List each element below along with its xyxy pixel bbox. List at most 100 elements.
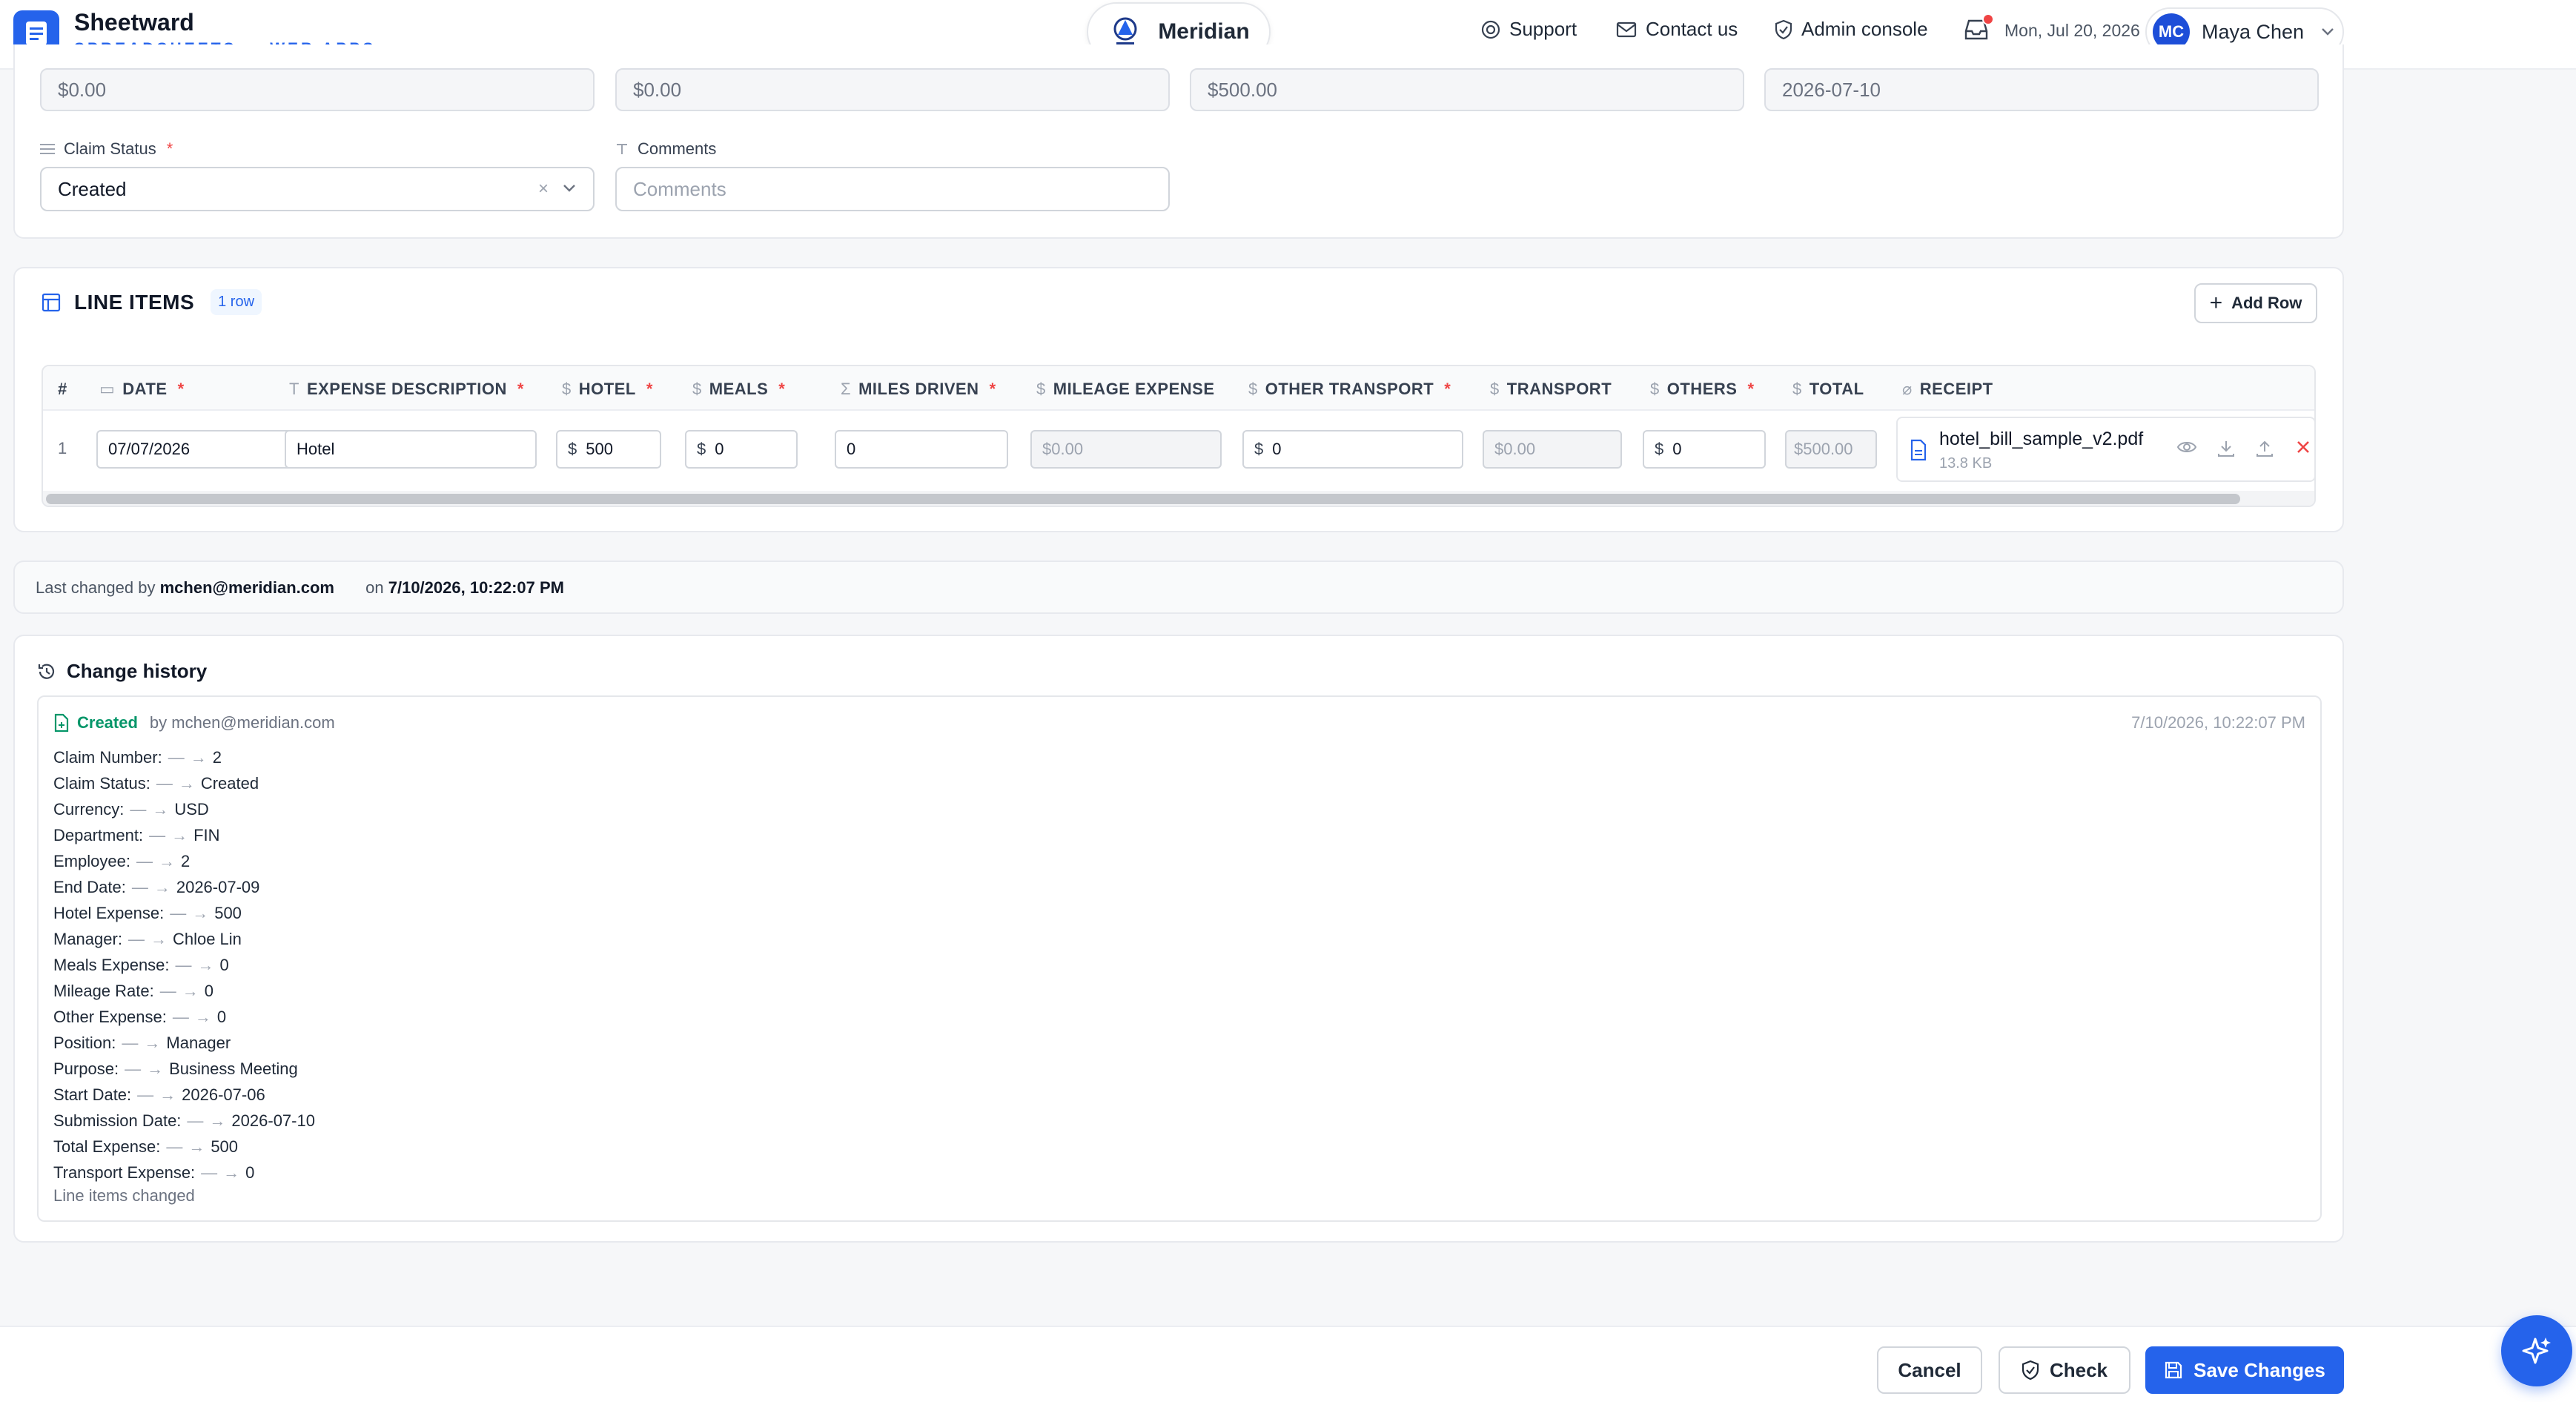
change-field: Total Expense: <box>53 1137 161 1156</box>
admin-console-link[interactable]: Admin console <box>1775 18 1928 41</box>
arrow-right-icon: → <box>150 930 167 948</box>
sigma-icon: Σ <box>841 380 852 398</box>
admin-label: Admin console <box>1801 18 1928 40</box>
expense-description-input[interactable]: Hotel <box>285 430 537 469</box>
claim-status-value: Created <box>58 178 127 200</box>
arrow-right-icon: → <box>209 1111 226 1130</box>
line-items-table: # ▭ DATE * T EXPENSE DESCRIPTION * $ HOTEL * $… <box>42 365 2316 507</box>
col-hotel: $ HOTEL * <box>562 380 653 398</box>
arrow-right-icon: → <box>158 852 175 870</box>
check-button[interactable]: Check <box>1999 1346 2130 1394</box>
change-from: — <box>156 774 173 793</box>
mail-icon <box>1616 22 1637 37</box>
history-change-item: Submission Date: — → 2026-07-10 <box>53 1108 315 1134</box>
scrollbar-thumb[interactable] <box>46 494 2240 504</box>
change-field: Mileage Rate: <box>53 982 154 1000</box>
change-to: 2026-07-06 <box>182 1085 265 1104</box>
col-total: $ TOTAL <box>1792 380 1864 398</box>
support-label: Support <box>1509 18 1577 40</box>
list-icon <box>40 144 55 154</box>
save-icon <box>2165 1361 2182 1379</box>
horizontal-scrollbar[interactable] <box>43 491 2314 506</box>
change-from: — <box>175 956 192 974</box>
date-input[interactable]: 07/07/2026 <box>96 430 311 469</box>
change-field: Manager: <box>53 930 122 948</box>
change-field: Department: <box>53 826 144 844</box>
change-to: 2026-07-10 <box>231 1111 315 1130</box>
arrow-right-icon: → <box>147 1059 164 1078</box>
ai-assistant-button[interactable] <box>2501 1315 2572 1386</box>
shield-check-icon <box>2022 1360 2039 1380</box>
change-to: Manager <box>166 1034 231 1052</box>
change-from: — <box>166 1137 183 1156</box>
change-from: — <box>136 852 153 870</box>
change-from: — <box>168 748 185 767</box>
other-transport-input[interactable]: $0 <box>1242 430 1463 469</box>
history-change-item: Manager: — → Chloe Lin <box>53 926 315 952</box>
change-to: 0 <box>204 982 213 1000</box>
save-changes-button[interactable]: Save Changes <box>2145 1346 2344 1394</box>
change-field: Hotel Expense: <box>53 904 165 922</box>
col-meals: $ MEALS * <box>692 380 786 398</box>
arrow-right-icon: → <box>188 1137 205 1156</box>
comments-input[interactable]: Comments <box>615 167 1170 211</box>
change-field: End Date: <box>53 878 126 896</box>
arrow-right-icon: → <box>144 1034 161 1052</box>
change-to: 0 <box>245 1163 255 1182</box>
history-change-item: Start Date: — → 2026-07-06 <box>53 1082 315 1108</box>
change-to: 2 <box>180 852 191 870</box>
contact-link[interactable]: Contact us <box>1616 18 1738 41</box>
user-name: Maya Chen <box>2202 20 2305 43</box>
plus-icon: + <box>2209 291 2223 315</box>
col-others: $ OTHERS * <box>1650 380 1755 398</box>
change-to: Created <box>200 774 259 793</box>
total-value: $500.00 <box>1785 430 1877 469</box>
miles-driven-input[interactable]: 0 <box>835 430 1008 469</box>
change-to: 500 <box>214 904 242 922</box>
others-input[interactable]: $0 <box>1643 430 1766 469</box>
meals-input[interactable]: $0 <box>685 430 798 469</box>
change-field: Position: <box>53 1034 116 1052</box>
claim-status-select[interactable]: Created × <box>40 167 595 211</box>
upload-icon[interactable] <box>2255 439 2274 458</box>
change-from: — <box>122 1034 139 1052</box>
history-change-item: End Date: — → 2026-07-09 <box>53 874 315 900</box>
change-field: Meals Expense: <box>53 956 170 974</box>
calendar-icon: ▭ <box>99 380 116 398</box>
change-from: — <box>130 800 147 819</box>
receipt-attachment: hotel_bill_sample_v2.pdf 13.8 KB <box>1896 417 2314 482</box>
history-change-item: Other Expense: — → 0 <box>53 1004 315 1030</box>
sparkle-icon <box>2522 1337 2551 1364</box>
hotel-input[interactable]: $500 <box>556 430 661 469</box>
change-field: Employee: <box>53 852 130 870</box>
clear-icon[interactable]: × <box>538 168 549 210</box>
change-from: — <box>149 826 166 844</box>
brand-name: Sheetward <box>74 9 194 36</box>
history-timestamp: 7/10/2026, 10:22:07 PM <box>2131 713 2305 732</box>
change-to: FIN <box>193 826 220 844</box>
change-from: — <box>201 1163 218 1182</box>
cancel-button[interactable]: Cancel <box>1877 1346 1982 1394</box>
receipt-filename[interactable]: hotel_bill_sample_v2.pdf <box>1939 429 2143 450</box>
delete-icon[interactable] <box>2295 439 2311 455</box>
add-row-button[interactable]: + Add Row <box>2194 283 2317 323</box>
table-header: # ▭ DATE * T EXPENSE DESCRIPTION * $ HOTEL * $… <box>43 366 2314 411</box>
dollar-icon: $ <box>1248 380 1258 398</box>
inbox-button[interactable] <box>1963 13 1994 46</box>
change-field: Start Date: <box>53 1085 132 1104</box>
history-change-item: Meals Expense: — → 0 <box>53 952 315 978</box>
change-history-title: Change history <box>37 660 207 683</box>
support-link[interactable]: Support <box>1481 18 1577 41</box>
chevron-down-icon <box>2322 28 2334 36</box>
comments-label: Comments <box>615 139 716 159</box>
col-mileage: $ MILEAGE EXPENSE <box>1036 380 1215 398</box>
history-status: Created <box>77 713 138 732</box>
line-items-header: LINE ITEMS 1 row <box>42 289 262 315</box>
row-count-badge: 1 row <box>211 289 262 315</box>
history-change-item: Transport Expense: — → 0 <box>53 1160 315 1186</box>
org-name: Meridian <box>1158 19 1250 44</box>
shield-icon <box>1775 19 1792 39</box>
dollar-icon: $ <box>1036 380 1046 398</box>
eye-icon[interactable] <box>2176 439 2197 455</box>
download-icon[interactable] <box>2216 439 2236 458</box>
